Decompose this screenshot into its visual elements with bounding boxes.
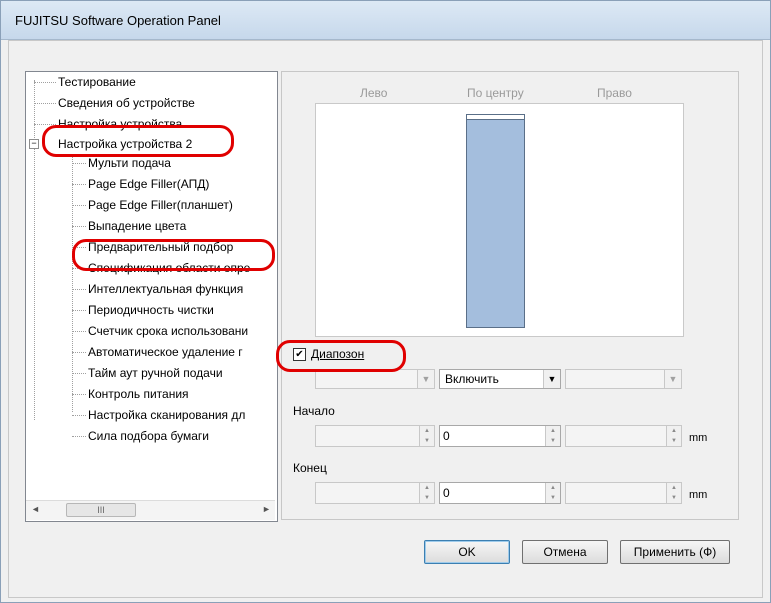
tree-line — [72, 226, 86, 227]
start-left-spin[interactable]: ▲ ▼ — [315, 425, 435, 447]
range-left-combo[interactable]: ▼ — [315, 369, 435, 389]
range-center-combo[interactable]: Включить ▼ — [439, 369, 561, 389]
tree-line — [72, 184, 86, 185]
tree-line — [72, 289, 86, 290]
tree-line — [34, 103, 56, 104]
tree-item-scan-settings[interactable]: Настройка сканирования дл — [88, 407, 245, 423]
range-right-combo[interactable]: ▼ — [565, 369, 682, 389]
spin-up-icon[interactable]: ▲ — [546, 426, 560, 436]
tree-line — [72, 331, 86, 332]
spin-down-icon[interactable]: ▼ — [420, 493, 434, 503]
cancel-button[interactable]: Отмена — [522, 540, 608, 564]
tree-line — [34, 82, 56, 83]
end-right-spin[interactable]: ▲ ▼ — [565, 482, 682, 504]
spin-up-icon[interactable]: ▲ — [667, 483, 681, 493]
tree-item-cleaning-cycle[interactable]: Периодичность чистки — [88, 302, 214, 318]
end-left-spin[interactable]: ▲ ▼ — [315, 482, 435, 504]
preview-col-right: Право — [597, 86, 632, 100]
tree-item-life-counter[interactable]: Счетчик срока использовани — [88, 323, 248, 339]
preview-col-center: По центру — [467, 86, 524, 100]
tree-item-testing[interactable]: Тестирование — [58, 74, 136, 90]
spin-down-icon[interactable]: ▼ — [667, 493, 681, 503]
scroll-thumb[interactable]: III — [66, 503, 136, 517]
spin-down-icon[interactable]: ▼ — [546, 436, 560, 446]
tree-item-dropout-color[interactable]: Выпадение цвета — [88, 218, 186, 234]
tree-line — [72, 373, 86, 374]
tree-item-page-edge-filler-adf[interactable]: Page Edge Filler(АПД) — [88, 176, 209, 192]
tree-item-power-control[interactable]: Контроль питания — [88, 386, 189, 402]
scroll-right-icon[interactable]: ► — [262, 504, 271, 514]
tree-item-manual-feed-timeout[interactable]: Тайм аут ручной подачи — [88, 365, 223, 381]
spin-up-icon[interactable]: ▲ — [546, 483, 560, 493]
spin-down-icon[interactable]: ▼ — [420, 436, 434, 446]
tree-line — [72, 436, 86, 437]
highlight-area-specification — [72, 239, 275, 271]
spin-down-icon[interactable]: ▼ — [546, 493, 560, 503]
scroll-left-icon[interactable]: ◄ — [31, 504, 40, 514]
start-label: Начало — [293, 404, 335, 418]
dropdown-arrow-icon[interactable]: ▼ — [664, 370, 681, 388]
tree-line — [34, 80, 35, 420]
tree-item-intelligent-function[interactable]: Интеллектуальная функция — [88, 281, 243, 297]
start-center-spin[interactable]: 0 ▲ ▼ — [439, 425, 561, 447]
tree-line — [72, 205, 86, 206]
spin-up-icon[interactable]: ▲ — [667, 426, 681, 436]
tree-horizontal-scrollbar[interactable]: ◄ III ► — [26, 500, 275, 520]
collapse-icon[interactable]: − — [29, 139, 39, 149]
spin-up-icon[interactable]: ▲ — [420, 426, 434, 436]
highlight-range-checkbox — [276, 340, 406, 372]
tree-line — [72, 310, 86, 311]
tree-line — [72, 352, 86, 353]
tree-item-page-edge-filler-flatbed[interactable]: Page Edge Filler(планшет) — [88, 197, 233, 213]
tree-item-auto-removal[interactable]: Автоматическое удаление г — [88, 344, 243, 360]
apply-button[interactable]: Применить (Ф) — [620, 540, 730, 564]
preview-col-left: Лево — [360, 86, 388, 100]
end-label: Конец — [293, 461, 327, 475]
dropdown-arrow-icon[interactable]: ▼ — [417, 370, 434, 388]
tree-item-paper-pick-force[interactable]: Сила подбора бумаги — [88, 428, 209, 444]
start-center-value: 0 — [443, 429, 450, 443]
title-bar[interactable]: FUJITSU Software Operation Panel — [1, 1, 770, 40]
range-center-combo-value: Включить — [445, 372, 499, 386]
tree-line — [72, 415, 86, 416]
tree-item-device-info[interactable]: Сведения об устройстве — [58, 95, 195, 111]
start-right-spin[interactable]: ▲ ▼ — [565, 425, 682, 447]
paper-preview — [466, 114, 525, 328]
paper-top-edge — [467, 115, 524, 120]
dropdown-arrow-icon[interactable]: ▼ — [543, 370, 560, 388]
spin-down-icon[interactable]: ▼ — [667, 436, 681, 446]
ok-button[interactable]: OK — [424, 540, 510, 564]
end-unit: mm — [689, 489, 708, 501]
spin-up-icon[interactable]: ▲ — [420, 483, 434, 493]
start-unit: mm — [689, 432, 708, 444]
tree-item-multifeed[interactable]: Мульти подача — [88, 155, 171, 171]
highlight-device-settings-2 — [42, 125, 234, 157]
tree-line — [72, 394, 86, 395]
window-title: FUJITSU Software Operation Panel — [15, 13, 221, 28]
end-center-spin[interactable]: 0 ▲ ▼ — [439, 482, 561, 504]
tree-line — [72, 163, 86, 164]
end-center-value: 0 — [443, 486, 450, 500]
